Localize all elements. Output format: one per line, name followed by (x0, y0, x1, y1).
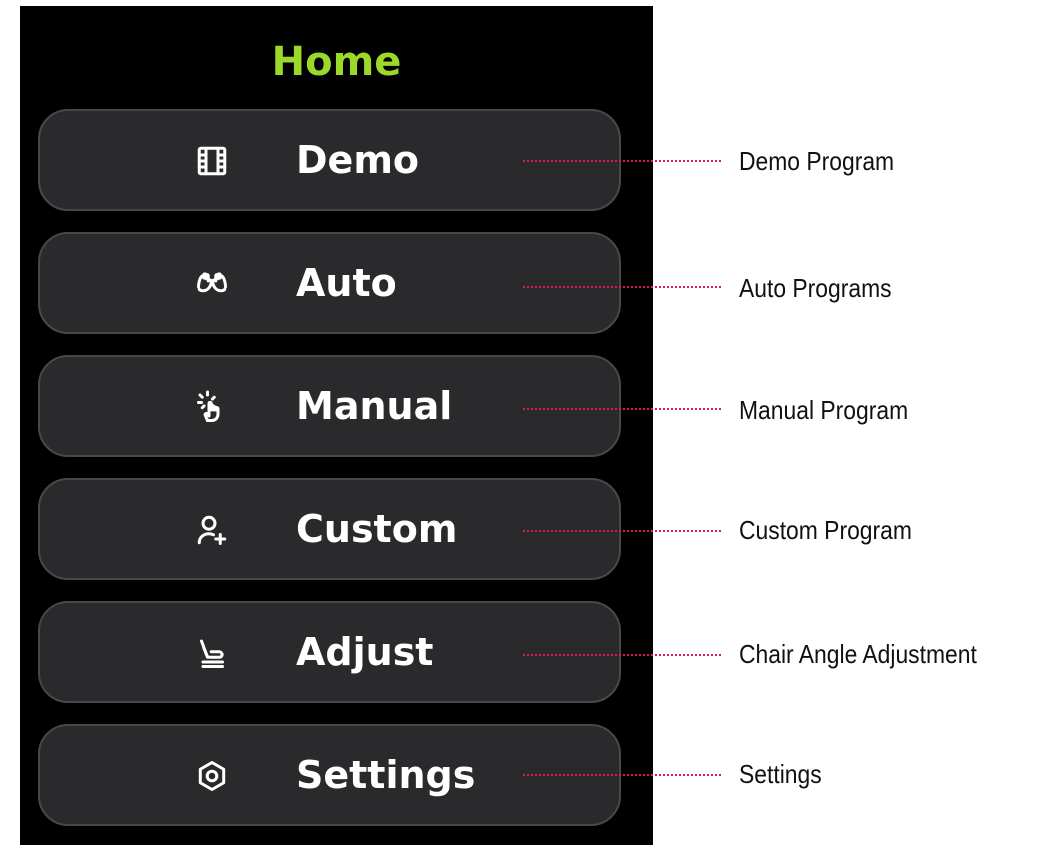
auto-button-label: Auto (296, 261, 397, 305)
adjust-button-label: Adjust (296, 630, 434, 674)
device-screen: Home Demo Auto Manual Custom Adjust Sett… (20, 6, 653, 845)
custom-button[interactable]: Custom (38, 478, 621, 580)
custom-button-label: Custom (296, 507, 458, 551)
callout-settings: Settings (739, 759, 822, 789)
manual-button[interactable]: Manual (38, 355, 621, 457)
seat-icon (190, 631, 234, 675)
page-title: Home (271, 39, 402, 85)
leader-line (523, 774, 721, 776)
tap-hand-icon (190, 385, 234, 429)
leader-line (523, 654, 721, 656)
annotated-screenshot: Home Demo Auto Manual Custom Adjust Sett… (0, 0, 1039, 853)
callout-custom-program: Custom Program (739, 515, 912, 545)
auto-button[interactable]: Auto (38, 232, 621, 334)
leader-line (523, 160, 721, 162)
adjust-button[interactable]: Adjust (38, 601, 621, 703)
settings-hexagon-icon (190, 754, 234, 798)
leader-line (523, 286, 721, 288)
user-add-icon (190, 508, 234, 552)
callout-manual-program: Manual Program (739, 395, 909, 425)
settings-button-label: Settings (296, 753, 476, 797)
demo-button-label: Demo (296, 138, 420, 182)
callout-auto-programs: Auto Programs (739, 273, 892, 303)
film-icon (190, 139, 234, 183)
leader-line (523, 408, 721, 410)
callout-chair-angle-adjustment: Chair Angle Adjustment (739, 639, 977, 669)
leader-line (523, 530, 721, 532)
callout-demo-program: Demo Program (739, 146, 895, 176)
manual-button-label: Manual (296, 384, 453, 428)
massage-hands-icon (190, 262, 234, 306)
